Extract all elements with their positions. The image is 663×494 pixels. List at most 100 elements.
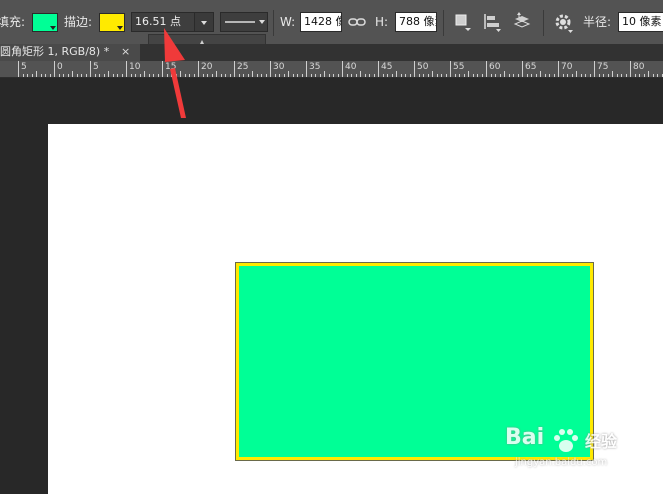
toolbar-separator <box>443 10 444 36</box>
ruler-major-tick <box>54 61 55 77</box>
ruler-major-tick <box>414 61 415 77</box>
watermark-suffix: 经验 <box>585 432 618 451</box>
path-operations-button[interactable] <box>453 12 473 32</box>
fill-label: 填充: <box>0 15 26 29</box>
ruler-label: 70 <box>561 62 573 72</box>
ruler-minor-tick <box>607 74 609 77</box>
ruler-minor-tick <box>184 74 186 77</box>
ruler-minor-tick <box>517 74 519 77</box>
ruler-major-tick <box>306 61 307 77</box>
height-field[interactable]: 788 像素 <box>395 12 437 32</box>
stroke-width-field[interactable]: 16.51 点 <box>131 12 195 32</box>
stroke-type-dropdown[interactable] <box>220 12 268 32</box>
ruler-label: 55 <box>453 62 465 72</box>
ruler-minor-tick <box>112 74 114 77</box>
ruler-minor-tick <box>288 71 289 77</box>
ruler-minor-tick <box>180 71 181 77</box>
ruler-minor-tick <box>477 74 478 77</box>
ruler-major-tick <box>198 61 199 77</box>
ruler-minor-tick <box>202 74 204 77</box>
ruler-minor-tick <box>256 74 258 77</box>
ruler-minor-tick <box>301 74 303 77</box>
stroke-color-swatch[interactable] <box>99 13 125 32</box>
ruler-major-tick <box>342 61 343 77</box>
document-tab[interactable]: 圆角矩形 1, RGB/8) * × <box>0 44 140 61</box>
ruler-minor-tick <box>549 74 550 77</box>
ruler-minor-tick <box>157 74 159 77</box>
ruler-label: 10 <box>129 62 141 72</box>
ruler-minor-tick <box>193 74 195 77</box>
radius-field[interactable]: 10 像素 <box>618 12 663 32</box>
ruler-minor-tick <box>279 74 280 77</box>
ruler-minor-tick <box>562 74 564 77</box>
ruler-minor-tick <box>616 74 618 77</box>
close-tab-button[interactable]: × <box>121 44 130 60</box>
ruler-minor-tick <box>508 74 510 77</box>
ruler-minor-tick <box>639 74 640 77</box>
ruler-minor-tick <box>603 74 604 77</box>
ruler-minor-tick <box>63 74 64 77</box>
ruler-major-tick <box>630 61 631 77</box>
ruler-minor-tick <box>387 74 388 77</box>
ruler-major-tick <box>18 61 19 77</box>
ruler-minor-tick <box>36 71 37 77</box>
ruler-minor-tick <box>189 74 190 77</box>
ruler-minor-tick <box>369 74 370 77</box>
watermark-brand: Bai <box>505 425 545 450</box>
ruler-minor-tick <box>94 74 96 77</box>
ruler-label: 5 <box>21 62 27 72</box>
ruler-major-tick <box>522 61 523 77</box>
height-label: H: <box>375 15 389 29</box>
ruler-minor-tick <box>319 74 321 77</box>
dropdown-arrow-icon <box>117 26 123 30</box>
ruler-minor-tick <box>531 74 532 77</box>
ruler-minor-tick <box>139 74 141 77</box>
ruler-minor-tick <box>382 74 384 77</box>
ruler-minor-tick <box>337 74 339 77</box>
path-arrangement-button[interactable] <box>512 12 532 32</box>
path-alignment-button[interactable] <box>482 12 502 32</box>
width-field[interactable]: 1428 像 <box>300 12 342 32</box>
horizontal-ruler: 50510152025303540455055606570758085 <box>0 61 663 78</box>
ruler-minor-tick <box>405 74 406 77</box>
toolbar-separator <box>543 10 544 36</box>
ruler-minor-tick <box>27 74 28 77</box>
paw-icon <box>554 429 578 452</box>
ruler-minor-tick <box>153 74 154 77</box>
fill-color-swatch[interactable] <box>32 13 58 32</box>
ruler-label: 50 <box>417 62 429 72</box>
ruler-minor-tick <box>58 74 60 77</box>
document-tab-bar: 圆角矩形 1, RGB/8) * × <box>0 44 663 61</box>
stroke-label: 描边: <box>64 15 93 29</box>
ruler-minor-tick <box>171 74 172 77</box>
ruler-minor-tick <box>513 74 514 77</box>
ruler-minor-tick <box>454 74 456 77</box>
ruler-minor-tick <box>324 71 325 77</box>
settings-button[interactable] <box>553 12 573 33</box>
ruler-minor-tick <box>207 74 208 77</box>
ruler-minor-tick <box>526 74 528 77</box>
ruler-minor-tick <box>459 74 460 77</box>
ruler-minor-tick <box>585 74 586 77</box>
ruler-minor-tick <box>99 74 100 77</box>
ruler-minor-tick <box>621 74 622 77</box>
ruler-minor-tick <box>418 74 420 77</box>
ruler-minor-tick <box>76 74 78 77</box>
ruler-minor-tick <box>499 74 501 77</box>
ruler-minor-tick <box>225 74 226 77</box>
ruler-minor-tick <box>427 74 429 77</box>
ruler-minor-tick <box>310 74 312 77</box>
stroke-width-dropdown-button[interactable] <box>194 12 214 32</box>
ruler-major-tick <box>486 61 487 77</box>
ruler-label: 20 <box>201 62 213 72</box>
ruler-label: 5 <box>93 62 99 72</box>
ruler-label: 60 <box>489 62 501 72</box>
ruler-minor-tick <box>409 74 411 77</box>
ruler-minor-tick <box>220 74 222 77</box>
ruler-minor-tick <box>576 71 577 77</box>
ruler-major-tick <box>90 61 91 77</box>
link-dimensions-button[interactable] <box>347 12 367 32</box>
ruler-minor-tick <box>121 74 123 77</box>
ruler-major-tick <box>270 61 271 77</box>
ruler-minor-tick <box>657 74 658 77</box>
